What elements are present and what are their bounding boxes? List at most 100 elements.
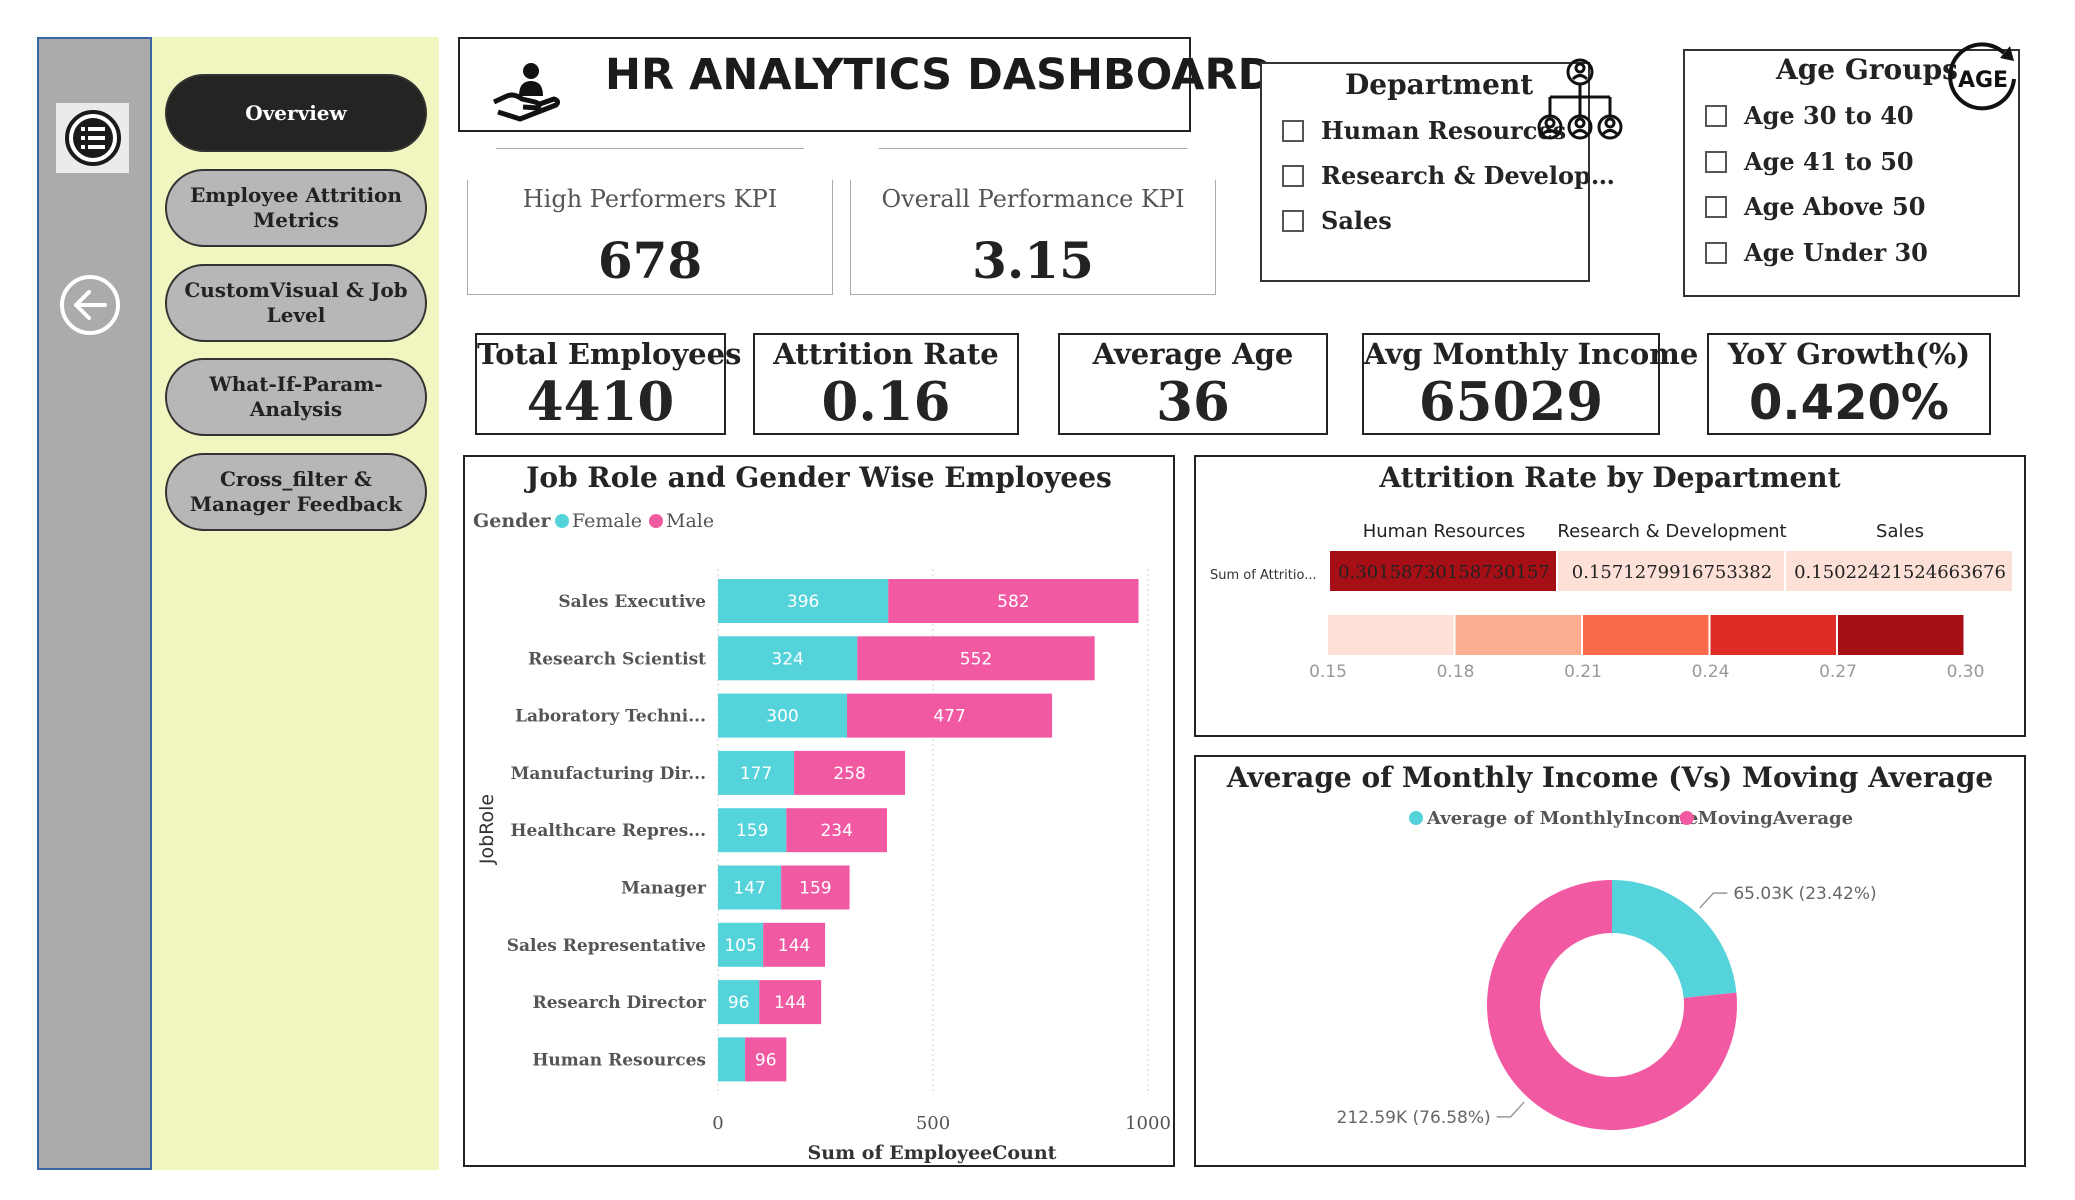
x-tick-label: 1000 [1125,1113,1171,1134]
checkbox[interactable] [1705,150,1727,173]
hand-person-icon [492,63,561,122]
checkbox[interactable] [1282,119,1304,142]
column-header: Sales [1876,521,1924,542]
legend-tick-label: 0.24 [1692,662,1730,682]
legend-title: Gender [473,510,552,532]
bar-data-label: 300 [766,707,798,727]
page-title: HR ANALYTICS DASHBOARD [605,50,1274,100]
legend-marker [649,514,663,528]
bar-data-label: 396 [787,592,819,612]
option-label: Age 30 to 40 [1744,101,1914,130]
x-axis-title: Sum of EmployeeCount [808,1142,1057,1164]
nav-whatif-button[interactable]: What-If-Param-Analysis [165,358,427,436]
nav-employee-attrition-button[interactable]: Employee Attrition Metrics [165,169,427,247]
kpi-value: 678 [597,231,703,290]
donut-slice [1612,880,1737,998]
option-label: Human Resources [1321,116,1567,145]
slicer-title: Age Groups [1776,53,1958,86]
card-label: Average Age [1092,337,1294,371]
nav-label: CustomVisual & Job Level [184,278,408,327]
checkbox[interactable] [1282,164,1304,187]
overall-performance-kpi-card: Overall Performance KPI 3.15 [850,148,1216,295]
attrition-by-department-panel: Attrition Rate by Department Sum of Attr… [1194,455,2026,737]
card-value: 65029 [1418,371,1604,433]
leader-line [1496,1101,1525,1118]
bar-data-label: 147 [733,879,765,899]
card-label: Avg Monthly Income [1364,337,1699,371]
kpi-label: High Performers KPI [522,185,778,213]
x-tick-label: 500 [916,1113,950,1134]
bar-data-label: 159 [736,821,768,841]
row-label: Sum of Attritio... [1210,568,1317,583]
bar-data-label: 144 [778,936,810,956]
legend-label: Female [572,510,642,532]
yoy-growth-card: YoY Growth(%) 0.420% [1707,333,1991,435]
bar-data-label: 258 [833,764,865,784]
y-category-label: Human Resources [532,1050,706,1070]
heatmap-cell-value: 0.15022421524663676 [1794,562,2006,583]
legend-tick-label: 0.18 [1437,662,1475,682]
card-value: 4410 [526,371,675,433]
list-menu-icon [64,110,121,166]
legend-swatch [1710,615,1836,655]
y-category-label: Sales Executive [558,592,706,612]
option-label: Age Above 50 [1744,192,1926,221]
slicer-option-age-above-50[interactable]: Age Above 50 [1705,192,1925,221]
slicer-option-age-30-40[interactable]: Age 30 to 40 [1705,101,1914,130]
option-label: Age 41 to 50 [1744,147,1914,176]
legend-swatch [1328,615,1454,655]
age-badge-text: AGE [1958,68,2008,93]
legend-tick-label: 0.21 [1564,662,1602,682]
job-role-bar-chart: Gender Female Male 0 500 1000 Sum of EmployeeC… [473,510,1171,1164]
menu-button[interactable] [56,103,129,173]
job-role-gender-chart-panel: Job Role and Gender Wise Employees Gende… [463,455,1175,1167]
checkbox[interactable] [1282,209,1304,232]
y-axis-title: JobRole [476,794,498,865]
legend-tick-label: 0.30 [1947,662,1985,682]
slicer-title: Department [1345,68,1534,101]
nav-label: Employee Attrition Metrics [190,183,402,232]
y-category-label: Manager [621,879,707,899]
icon-rail [37,37,152,1170]
card-label: Total Employees [477,337,742,371]
kpi-label: Overall Performance KPI [881,185,1185,213]
back-button[interactable] [58,273,122,337]
legend-tick-label: 0.27 [1819,662,1857,682]
checkbox[interactable] [1705,195,1727,218]
y-category-label: Healthcare Repres... [510,821,706,841]
slicer-option-human-resources[interactable]: Human Resources [1282,116,1566,145]
nav-customvisual-button[interactable]: CustomVisual & Job Level [165,264,427,342]
nav-overview-button[interactable]: Overview [165,74,427,152]
leader-line [1699,892,1728,909]
income-moving-average-panel: Average of Monthly Income (Vs) Moving Av… [1194,755,2026,1167]
bar-data-label: 105 [724,936,756,956]
legend-swatch [1455,615,1581,655]
slicer-option-research-development[interactable]: Research & Develop… [1282,161,1615,190]
legend-label: MovingAverage [1698,808,1853,829]
y-category-label: Laboratory Techni... [515,707,706,727]
legend-label: Average of MonthlyIncome [1426,808,1698,829]
option-label: Research & Develop… [1321,161,1615,190]
slicer-option-sales[interactable]: Sales [1282,206,1392,235]
slicer-option-age-under-30[interactable]: Age Under 30 [1705,238,1928,267]
donut-data-label: 212.59K (76.58%) [1337,1108,1491,1128]
nav-label: Cross_filter & Manager Feedback [189,467,403,516]
heatmap-cell-value: 0.1571279916753382 [1572,562,1772,583]
nav-crossfilter-button[interactable]: Cross_filter & Manager Feedback [165,453,427,531]
legend-swatch [1838,615,1964,655]
checkbox[interactable] [1705,104,1727,127]
bar-data-label: 96 [728,993,750,1013]
card-label: Attrition Rate [773,337,999,371]
legend-marker [555,514,569,528]
x-tick-label: 0 [712,1113,723,1134]
checkbox[interactable] [1705,241,1727,264]
legend-marker [1679,811,1694,825]
attrition-heatmap: Sum of Attritio... Human Resources 0.30158… [1210,521,2012,682]
card-label: YoY Growth(%) [1727,337,1971,371]
slicer-option-age-41-50[interactable]: Age 41 to 50 [1705,147,1914,176]
y-category-label: Manufacturing Dir... [511,764,706,784]
bar-data-label: 582 [997,592,1029,612]
bar-data-label: 324 [771,649,803,669]
legend-label: Male [666,510,714,532]
heatmap-cell-value: 0.30158730158730157 [1338,562,1550,583]
